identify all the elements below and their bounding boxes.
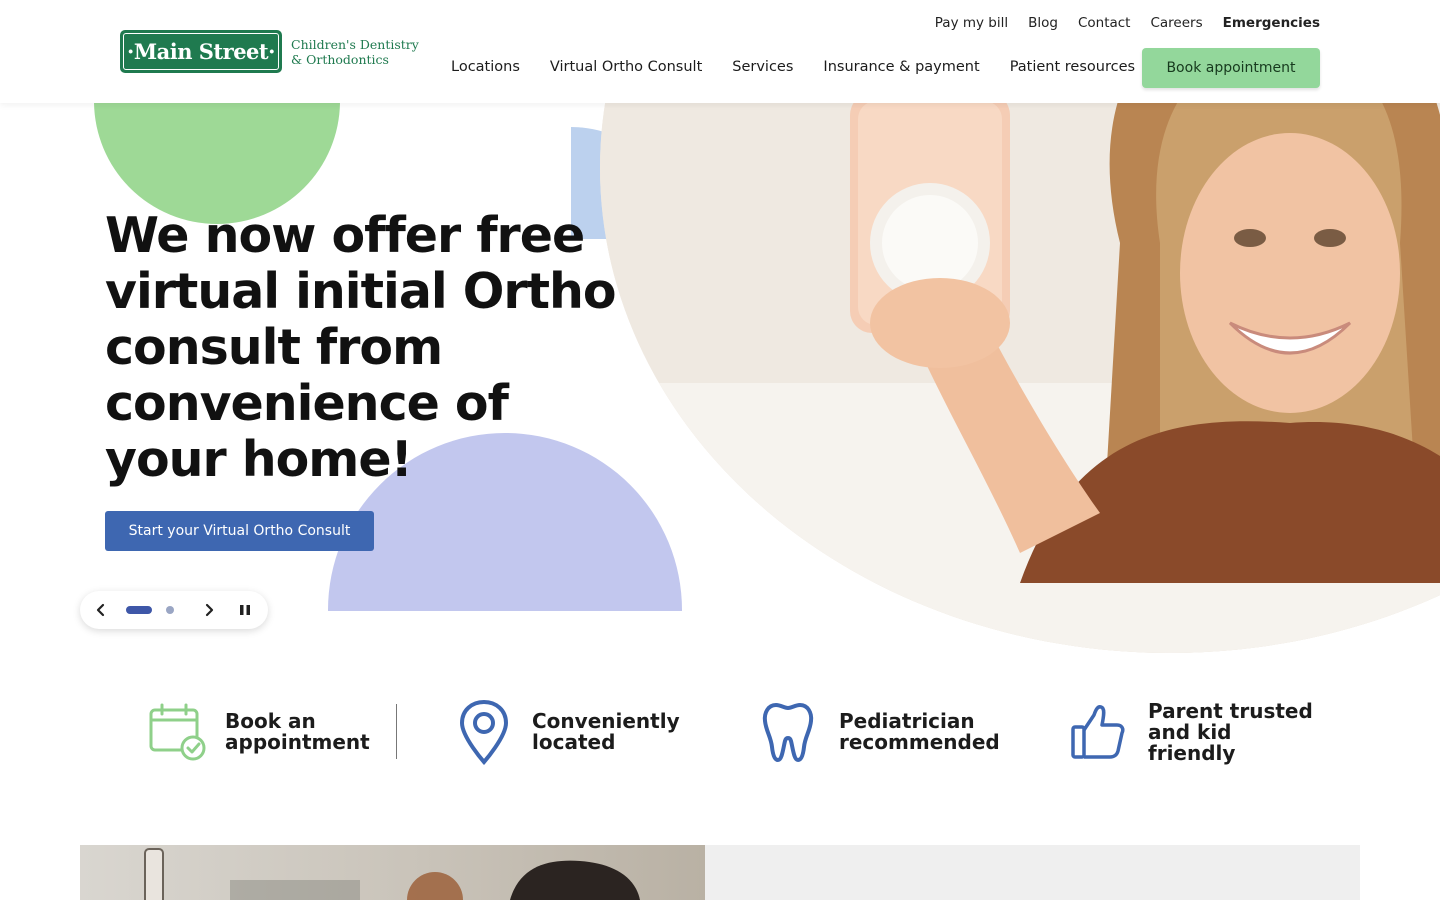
lower-section-photo bbox=[80, 845, 705, 900]
logo-badge: ·Main Street· bbox=[120, 30, 282, 73]
feature-divider bbox=[396, 704, 397, 759]
chevron-left-icon bbox=[96, 603, 105, 617]
feature-label-line: appointment bbox=[225, 730, 370, 754]
carousel-prev-button[interactable] bbox=[88, 591, 114, 629]
utility-link-careers[interactable]: Careers bbox=[1150, 15, 1202, 31]
carousel-dot-1-active[interactable] bbox=[124, 591, 154, 629]
carousel-next-button[interactable] bbox=[196, 591, 222, 629]
feature-label-line: and kid bbox=[1148, 719, 1232, 744]
utility-nav: Pay my bill Blog Contact Careers Emergen… bbox=[935, 15, 1320, 31]
logo[interactable]: ·Main Street· Children's Dentistry & Ort… bbox=[120, 30, 419, 73]
nav-locations[interactable]: Locations bbox=[451, 59, 520, 75]
logo-text: ·Main Street· bbox=[123, 33, 279, 70]
feature-pediatrician-recommended[interactable]: Pediatrician recommended bbox=[762, 696, 1000, 768]
main-nav: Locations Virtual Ortho Consult Services… bbox=[451, 59, 1135, 75]
hero-photo bbox=[600, 103, 1440, 653]
hero-section: We now offer free virtual initial Ortho … bbox=[0, 103, 1440, 663]
feature-label: Pediatrician recommended bbox=[839, 711, 1000, 753]
utility-link-contact[interactable]: Contact bbox=[1078, 15, 1131, 31]
girl-taking-selfie-photo-icon bbox=[600, 103, 1440, 653]
nav-virtual-ortho-consult[interactable]: Virtual Ortho Consult bbox=[550, 59, 702, 75]
site-header: ·Main Street· Children's Dentistry & Ort… bbox=[0, 0, 1440, 103]
feature-label-line: located bbox=[532, 730, 616, 754]
feature-label-line: friendly bbox=[1148, 740, 1236, 765]
feature-label-line: Pediatrician bbox=[839, 709, 975, 733]
person-with-phone-photo-icon bbox=[144, 848, 640, 900]
feature-label-line: Book an bbox=[225, 709, 316, 733]
tooth-icon bbox=[762, 703, 814, 762]
utility-link-emergencies[interactable]: Emergencies bbox=[1223, 15, 1320, 31]
carousel-pause-button[interactable] bbox=[232, 591, 258, 629]
chevron-right-icon bbox=[205, 603, 214, 617]
utility-link-pay-bill[interactable]: Pay my bill bbox=[935, 15, 1008, 31]
hero-title: We now offer free virtual initial Ortho … bbox=[105, 207, 617, 488]
feature-parent-trusted[interactable]: Parent trusted and kid friendly bbox=[1070, 696, 1313, 768]
feature-conveniently-located[interactable]: Conveniently located bbox=[458, 696, 680, 768]
start-virtual-ortho-consult-button[interactable]: Start your Virtual Ortho Consult bbox=[105, 511, 374, 551]
feature-label: Conveniently located bbox=[532, 711, 680, 753]
book-appointment-button[interactable]: Book appointment bbox=[1142, 48, 1320, 88]
lower-section-panel bbox=[705, 845, 1360, 900]
map-pin-icon bbox=[459, 699, 509, 765]
feature-label: Book an appointment bbox=[225, 711, 370, 753]
nav-patient-resources[interactable]: Patient resources bbox=[1010, 59, 1135, 75]
calendar-check-icon bbox=[149, 703, 206, 761]
decorative-green-circle bbox=[94, 103, 340, 224]
carousel-dot-2[interactable] bbox=[162, 591, 178, 629]
feature-label-line: Parent trusted bbox=[1148, 698, 1313, 723]
nav-services[interactable]: Services bbox=[732, 59, 793, 75]
feature-label-line: recommended bbox=[839, 730, 1000, 754]
feature-label: Parent trusted and kid friendly bbox=[1148, 698, 1313, 765]
pause-icon bbox=[240, 605, 250, 615]
utility-link-blog[interactable]: Blog bbox=[1028, 15, 1058, 31]
nav-insurance-payment[interactable]: Insurance & payment bbox=[823, 59, 979, 75]
thumbs-up-icon bbox=[1071, 705, 1125, 759]
logo-tagline-line2: & Orthodontics bbox=[291, 51, 389, 67]
logo-tagline-line1: Children's Dentistry bbox=[291, 36, 419, 52]
feature-book-appointment[interactable]: Book an appointment bbox=[148, 696, 370, 768]
feature-label-line: Conveniently bbox=[532, 709, 680, 733]
logo-tagline: Children's Dentistry & Orthodontics bbox=[291, 37, 419, 67]
carousel-controls bbox=[80, 591, 268, 629]
